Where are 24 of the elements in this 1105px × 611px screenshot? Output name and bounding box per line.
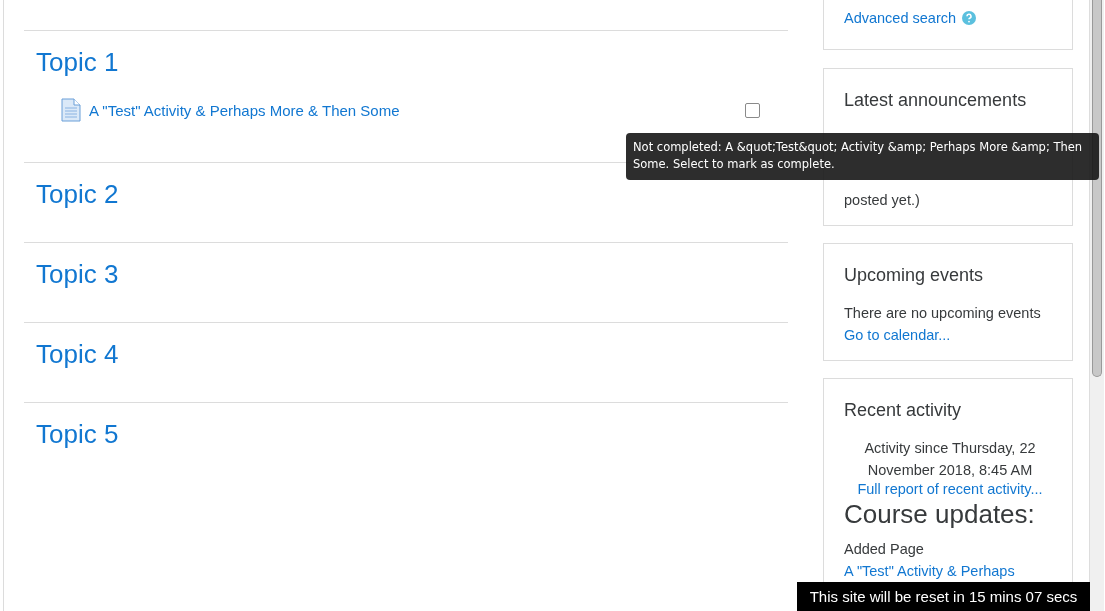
full-report-link[interactable]: Full report of recent activity... bbox=[857, 481, 1043, 497]
reset-notice: This site will be reset in 15 mins 07 secs bbox=[797, 582, 1090, 611]
block-title: Latest announcements bbox=[844, 89, 1028, 111]
completion-checkbox[interactable] bbox=[745, 102, 760, 118]
advanced-search-link[interactable]: Advanced search bbox=[844, 10, 957, 26]
activity-link[interactable]: A "Test" Activity & Perhaps More & Then Some bbox=[89, 101, 745, 119]
section-title[interactable]: Topic 2 bbox=[36, 179, 119, 210]
scrollbar[interactable] bbox=[1089, 0, 1104, 611]
section-title[interactable]: Topic 3 bbox=[36, 259, 119, 290]
section-title[interactable]: Topic 5 bbox=[36, 419, 119, 450]
update-text: Added Page bbox=[844, 540, 925, 559]
empty-message: posted yet.) bbox=[844, 191, 920, 210]
block-title: Recent activity bbox=[844, 399, 963, 421]
updates-heading: Course updates: bbox=[844, 499, 1036, 530]
block-title: Upcoming events bbox=[844, 264, 985, 286]
document-icon bbox=[61, 98, 81, 122]
calendar-link[interactable]: Go to calendar... bbox=[844, 324, 1056, 346]
section-title[interactable]: Topic 4 bbox=[36, 339, 119, 370]
scrollbar-thumb[interactable] bbox=[1092, 0, 1102, 377]
update-link[interactable]: A "Test" Activity & Perhaps bbox=[844, 560, 1056, 582]
activity-since-text: Activity since Thursday, 22 November 2018, 8:45 AM bbox=[863, 439, 1037, 480]
tooltip: Not completed: A &quot;Test&quot; Activity &amp; Perhaps More &amp; Then Some. Select to mark as complete. bbox=[626, 133, 1099, 180]
section-title[interactable]: Topic 1 bbox=[36, 47, 119, 78]
empty-message: There are no upcoming events bbox=[844, 304, 1042, 323]
